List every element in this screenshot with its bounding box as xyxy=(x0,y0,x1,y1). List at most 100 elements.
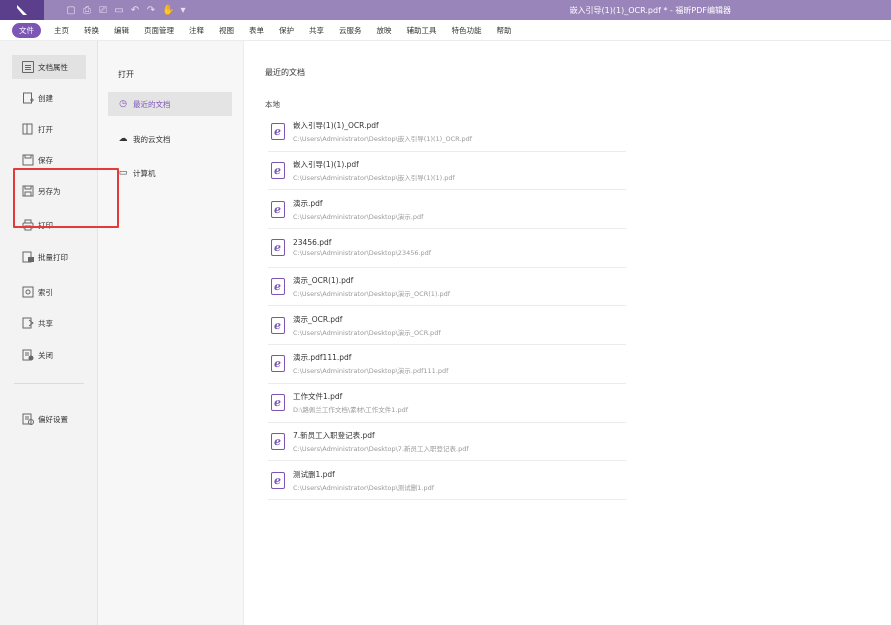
nav-label: 关闭 xyxy=(38,350,53,360)
menu-comment[interactable]: 注释 xyxy=(189,25,204,36)
print-icon[interactable]: ⎚ xyxy=(98,5,108,16)
menu-cloud[interactable]: 云服务 xyxy=(339,25,362,36)
open-option-label: 计算机 xyxy=(133,168,156,178)
pdf-file-icon xyxy=(271,316,285,334)
menu-form[interactable]: 表单 xyxy=(249,25,264,36)
recent-heading: 最近的文档 xyxy=(265,68,305,77)
pdf-file-icon xyxy=(271,162,285,180)
logo-icon xyxy=(17,5,27,15)
recent-file-row[interactable]: 演示_OCR(1).pdf C:\Users\Administrator\Desk… xyxy=(268,268,626,307)
open-option-label: 我的云文档 xyxy=(133,134,171,144)
file-name: 演示.pdf111.pdf xyxy=(293,353,352,363)
new-icon[interactable]: ▢ xyxy=(66,5,76,16)
menu-convert[interactable]: 转换 xyxy=(84,25,99,36)
pdf-file-icon xyxy=(271,394,285,412)
save-icon xyxy=(22,154,34,166)
file-name: 演示_OCR(1).pdf xyxy=(293,276,354,286)
recent-file-row[interactable]: 演示_OCR.pdf C:\Users\Administrator\Desktop… xyxy=(268,306,626,346)
open-cloud-documents[interactable]: ☁ 我的云文档 xyxy=(108,127,232,151)
file-path: C:\Users\Administrator\Desktop\演示_OCR.pd… xyxy=(293,328,441,337)
recent-file-list: 嵌入引导(1)(1)_OCR.pdf C:\Users\Administrator… xyxy=(268,113,626,500)
file-name: 23456.pdf xyxy=(293,238,332,248)
nav-divider xyxy=(14,383,84,384)
menu-accessibility[interactable]: 辅助工具 xyxy=(407,25,437,36)
recent-file-row[interactable]: 嵌入引导(1)(1)_OCR.pdf C:\Users\Administrator… xyxy=(268,113,626,152)
nav-open[interactable]: 打开 xyxy=(12,117,86,141)
menu-file[interactable]: 文件 xyxy=(12,22,41,38)
recent-file-row[interactable]: 演示.pdf C:\Users\Administrator\Desktop\演示.… xyxy=(268,190,626,230)
local-section-label: 本地 xyxy=(265,100,280,109)
pdf-file-icon xyxy=(271,278,285,296)
undo-icon[interactable]: ↶ xyxy=(130,5,140,16)
quick-access-toolbar: ▢ ⎙ ⎚ ▭ ↶ ↷ ✋ ▾ xyxy=(66,5,188,16)
file-path: D:\路佩兰工作文档\素材\工作文件1.pdf xyxy=(293,406,409,415)
menu-home[interactable]: 主页 xyxy=(54,25,69,36)
nav-label: 打开 xyxy=(38,124,53,134)
preferences-icon xyxy=(22,413,34,425)
file-name: 嵌入引导(1)(1).pdf xyxy=(293,160,359,170)
file-path: C:\Users\Administrator\Desktop\测试删1.pdf xyxy=(293,483,435,492)
nav-label: 偏好设置 xyxy=(38,414,68,424)
nav-label: 批量打印 xyxy=(38,252,68,262)
close-doc-icon xyxy=(22,349,34,361)
create-icon xyxy=(23,92,34,104)
doc-properties-icon xyxy=(22,61,34,73)
open-recent-documents[interactable]: ◷ 最近的文档 xyxy=(108,92,232,116)
menu-protect[interactable]: 保护 xyxy=(279,25,294,36)
open-heading: 打开 xyxy=(118,70,134,79)
save-icon[interactable]: ⎙ xyxy=(82,5,92,16)
clock-icon: ◷ xyxy=(119,99,127,109)
pdf-file-icon xyxy=(271,432,285,450)
nav-share[interactable]: 共享 xyxy=(12,311,86,335)
pdf-file-icon xyxy=(271,239,285,257)
copy-icon[interactable]: ▭ xyxy=(114,5,124,16)
file-name: 演示.pdf xyxy=(293,198,323,208)
menu-help[interactable]: 帮助 xyxy=(497,25,512,36)
file-path: C:\Users\Administrator\Desktop\嵌入引导(1)(1… xyxy=(293,174,455,183)
open-computer[interactable]: ▭ 计算机 xyxy=(108,161,232,185)
nav-batch-print[interactable]: 批量打印 xyxy=(12,245,86,269)
nav-doc-properties[interactable]: 文档属性 xyxy=(12,55,86,79)
app-logo[interactable] xyxy=(0,0,44,20)
file-path: C:\Users\Administrator\Desktop\演示_OCR(1)… xyxy=(293,290,451,299)
recent-file-row[interactable]: 23456.pdfC:\Users\Administrator\Desktop\… xyxy=(268,229,626,268)
menu-page-manage[interactable]: 页面管理 xyxy=(144,25,174,36)
menu-edit[interactable]: 编辑 xyxy=(114,25,129,36)
nav-preferences[interactable]: 偏好设置 xyxy=(12,407,86,431)
menu-features[interactable]: 特色功能 xyxy=(452,25,482,36)
file-name: 测试删1.pdf xyxy=(293,469,335,479)
menu-slideshow[interactable]: 放映 xyxy=(377,25,392,36)
nav-create[interactable]: 创建 xyxy=(12,86,86,110)
open-options-pane: 打开 ◷ 最近的文档 ☁ 我的云文档 ▭ 计算机 xyxy=(98,41,244,625)
menu-view[interactable]: 视图 xyxy=(219,25,234,36)
recent-documents-panel: 最近的文档 本地 嵌入引导(1)(1)_OCR.pdf C:\Users\Admi… xyxy=(244,41,891,625)
recent-file-row[interactable]: 嵌入引导(1)(1).pdf C:\Users\Administrator\Des… xyxy=(268,152,626,191)
redo-icon[interactable]: ↷ xyxy=(146,5,156,16)
pdf-file-icon xyxy=(271,200,285,218)
menu-bar: 文件 主页 转换 编辑 页面管理 注释 视图 表单 保护 共享 云服务 放映 辅… xyxy=(0,20,891,41)
file-path: C:\Users\Administrator\Desktop\7.新员工入职登记… xyxy=(293,444,469,453)
nav-index[interactable]: 索引 xyxy=(12,280,86,304)
nav-label: 共享 xyxy=(38,318,53,328)
window-title: 嵌入引导(1)(1)_OCR.pdf * - 福昕PDF编辑器 xyxy=(569,6,731,15)
nav-close[interactable]: 关闭 xyxy=(12,343,86,367)
cloud-icon: ☁ xyxy=(118,134,128,144)
print-highlight-annotation xyxy=(13,168,119,228)
recent-file-row[interactable]: 测试删1.pdf C:\Users\Administrator\Desktop\测… xyxy=(268,461,626,500)
file-name: 演示_OCR.pdf xyxy=(293,314,343,324)
hand-icon[interactable]: ✋ xyxy=(162,5,174,16)
recent-file-row[interactable]: 工作文件1.pdf D:\路佩兰工作文档\素材\工作文件1.pdf xyxy=(268,384,626,423)
file-name: 嵌入引导(1)(1)_OCR.pdf xyxy=(293,121,379,131)
nav-label: 保存 xyxy=(38,155,53,165)
recent-file-row[interactable]: 7.新员工入职登记表.pdf C:\Users\Administrator\Des… xyxy=(268,423,626,462)
pdf-file-icon xyxy=(271,123,285,141)
computer-icon: ▭ xyxy=(118,168,128,178)
more-icon[interactable]: ▾ xyxy=(178,5,188,16)
file-path: C:\Users\Administrator\Desktop\嵌入引导(1)(1… xyxy=(293,135,473,144)
batch-print-icon xyxy=(22,251,34,263)
nav-label: 文档属性 xyxy=(38,62,68,72)
menu-share[interactable]: 共享 xyxy=(309,25,324,36)
nav-label: 创建 xyxy=(38,93,53,103)
recent-file-row[interactable]: 演示.pdf111.pdf C:\Users\Administrator\Desk… xyxy=(268,345,626,384)
pdf-file-icon xyxy=(271,471,285,489)
